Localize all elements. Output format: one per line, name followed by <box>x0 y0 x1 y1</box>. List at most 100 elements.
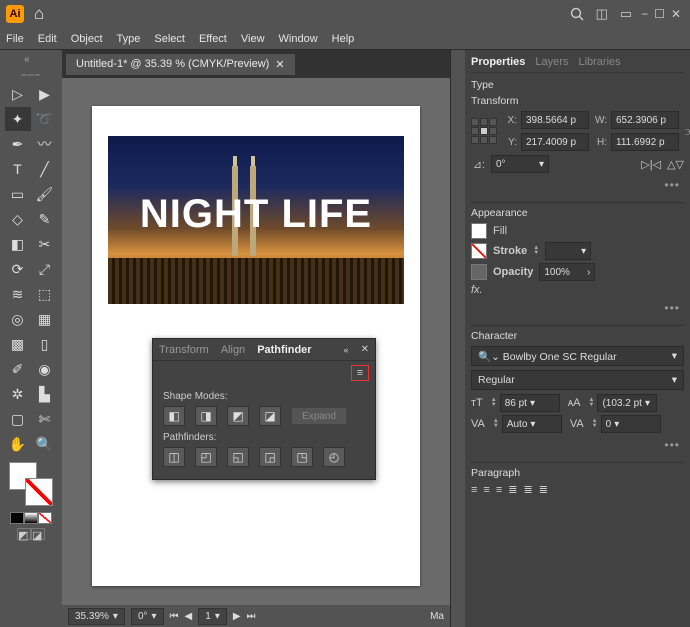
minus-back-icon[interactable]: ◴ <box>323 447 345 467</box>
align-right-icon[interactable]: ≡ <box>496 484 502 496</box>
mesh-tool[interactable]: ▩ <box>5 332 31 356</box>
free-transform-tool[interactable]: ⬚ <box>32 282 58 306</box>
pf-tab-transform[interactable]: Transform <box>159 344 209 356</box>
stroke-swatch[interactable] <box>25 478 53 506</box>
home-icon[interactable]: ⌂ <box>34 4 44 24</box>
tab-libraries[interactable]: Libraries <box>578 56 620 68</box>
character-more-icon[interactable]: ••• <box>471 436 684 454</box>
draw-mode-icons[interactable]: ◩◪ <box>17 528 45 540</box>
width-tool[interactable]: ≋ <box>5 282 31 306</box>
pathfinder-panel[interactable]: Transform Align Pathfinder « ✕ ≡ Shape M… <box>152 338 376 480</box>
pf-close-icon[interactable]: ✕ <box>361 344 369 355</box>
search-icon[interactable] <box>570 7 584 21</box>
stroke-color-swatch[interactable] <box>471 243 487 259</box>
zoom-tool[interactable]: 🔍 <box>32 432 58 456</box>
reference-point-icon[interactable] <box>471 118 497 144</box>
kerning-input[interactable]: 0▾ <box>601 415 661 433</box>
x-input[interactable] <box>521 111 589 129</box>
fill-stroke-swatch[interactable] <box>9 462 53 506</box>
stroke-weight-select[interactable]: ▾ <box>545 242 591 260</box>
justify-right-icon[interactable]: ≣ <box>539 483 548 496</box>
arrange-docs-icon[interactable]: ◫ <box>596 6 608 22</box>
pf-tab-align[interactable]: Align <box>221 344 245 356</box>
menu-window[interactable]: Window <box>279 33 318 45</box>
shaper-tool[interactable]: ◇ <box>5 207 31 231</box>
align-center-icon[interactable]: ≡ <box>483 484 489 496</box>
link-wh-icon[interactable]: ⫘ <box>685 123 690 139</box>
lasso-tool[interactable]: ➰ <box>32 107 58 131</box>
leading-stepper[interactable]: ▲▼ <box>589 398 595 408</box>
type-tool[interactable]: T <box>5 157 31 181</box>
kerning-stepper[interactable]: ▲▼ <box>592 419 598 429</box>
menu-object[interactable]: Object <box>71 33 103 45</box>
blend-tool[interactable]: ◉ <box>32 357 58 381</box>
window-min-button[interactable]: − <box>641 7 648 21</box>
direct-selection-tool[interactable]: ▶ <box>32 82 58 106</box>
color-mode-swatches[interactable] <box>10 512 52 524</box>
minus-front-icon[interactable]: ◨ <box>195 406 217 426</box>
gradient-tool[interactable]: ▯ <box>32 332 58 356</box>
crop-icon[interactable]: ◲ <box>259 447 281 467</box>
tab-properties[interactable]: Properties <box>471 56 525 68</box>
slice-tool[interactable]: ✄ <box>32 407 58 431</box>
artboard-tool[interactable]: ▢ <box>5 407 31 431</box>
rotate-select[interactable]: 0°▾ <box>491 155 549 173</box>
toolbox-collapse-icon[interactable]: « <box>24 54 38 66</box>
fx-label[interactable]: fx. <box>471 284 483 296</box>
font-size-input[interactable]: 86 pt▾ <box>500 394 560 412</box>
leading-input[interactable]: (103.2 pt▾ <box>597 394 657 412</box>
curvature-tool[interactable]: 〰 <box>32 132 58 156</box>
document-tab[interactable]: Untitled-1* @ 35.39 % (CMYK/Preview) ✕ <box>66 54 295 75</box>
headline-text[interactable]: NIGHT LIFE <box>108 192 404 237</box>
artboard-prev-icon[interactable]: ⏮ <box>170 611 179 622</box>
document-tab-close-icon[interactable]: ✕ <box>275 58 284 71</box>
pf-tab-pathfinder[interactable]: Pathfinder <box>257 344 311 356</box>
trim-icon[interactable]: ◰ <box>195 447 217 467</box>
shape-builder-tool[interactable]: ◎ <box>5 307 31 331</box>
zoom-level[interactable]: 35.39%▾ <box>68 608 125 625</box>
canvas[interactable]: NIGHT LIFE Transform Align Pathfinder « … <box>62 78 450 605</box>
window-max-button[interactable]: ☐ <box>654 7 665 21</box>
menu-help[interactable]: Help <box>332 33 355 45</box>
graph-tool[interactable]: ▙ <box>32 382 58 406</box>
menu-edit[interactable]: Edit <box>38 33 57 45</box>
menu-file[interactable]: File <box>6 33 24 45</box>
divide-icon[interactable]: ◫ <box>163 447 185 467</box>
h-input[interactable] <box>611 133 679 151</box>
justify-left-icon[interactable]: ≣ <box>508 483 517 496</box>
tracking-input[interactable]: Auto▾ <box>502 415 562 433</box>
toolbox-grip[interactable]: ┅┅┅ <box>11 68 51 82</box>
perspective-tool[interactable]: ▦ <box>32 307 58 331</box>
menu-effect[interactable]: Effect <box>199 33 227 45</box>
symbol-tool[interactable]: ✲ <box>5 382 31 406</box>
window-close-button[interactable]: ✕ <box>671 7 681 21</box>
hand-tool[interactable]: ✋ <box>5 432 31 456</box>
eyedropper-tool[interactable]: ✐ <box>5 357 31 381</box>
transform-more-icon[interactable]: ••• <box>471 176 684 194</box>
line-tool[interactable]: ╱ <box>32 157 58 181</box>
intersect-icon[interactable]: ◩ <box>227 406 249 426</box>
expand-button[interactable]: Expand <box>291 407 347 425</box>
magic-wand-tool[interactable]: ✦ <box>5 107 31 131</box>
placed-image[interactable]: NIGHT LIFE <box>108 136 404 304</box>
stroke-weight-steppers[interactable]: ▲▼ <box>533 246 539 256</box>
rectangle-tool[interactable]: ▭ <box>5 182 31 206</box>
scale-tool[interactable]: ⤢ <box>32 257 58 281</box>
artboard-last-icon[interactable]: ⏭ <box>247 611 256 622</box>
appearance-more-icon[interactable]: ••• <box>471 299 684 317</box>
pencil-tool[interactable]: ✎ <box>32 207 58 231</box>
scissors-tool[interactable]: ✂ <box>32 232 58 256</box>
pf-collapse-icon[interactable]: « <box>344 345 349 355</box>
right-panel-strip[interactable] <box>451 50 465 627</box>
align-left-icon[interactable]: ≡ <box>471 484 477 496</box>
unite-icon[interactable]: ◧ <box>163 406 185 426</box>
opacity-select[interactable]: 100%› <box>539 263 595 281</box>
exclude-icon[interactable]: ◪ <box>259 406 281 426</box>
menu-view[interactable]: View <box>241 33 265 45</box>
y-input[interactable] <box>521 133 589 151</box>
artboard-number[interactable]: 1▾ <box>198 608 227 625</box>
outline-icon[interactable]: ◳ <box>291 447 313 467</box>
size-stepper[interactable]: ▲▼ <box>491 398 497 408</box>
artboard-next-icon[interactable]: ▶ <box>233 611 241 622</box>
workspace-icon[interactable]: ▭ <box>620 6 632 22</box>
